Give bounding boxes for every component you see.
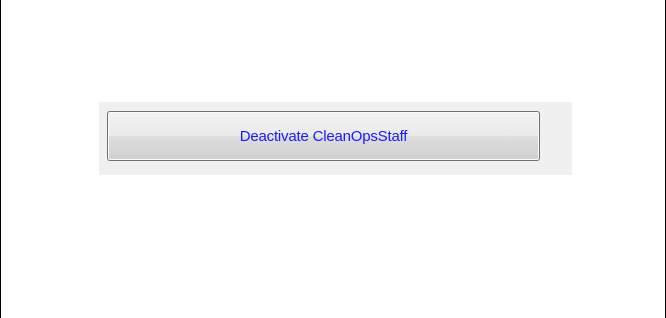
button-panel: Deactivate CleanOpsStaff (99, 102, 572, 175)
window-frame: Deactivate CleanOpsStaff (0, 0, 666, 318)
deactivate-cleanopsstaff-button[interactable]: Deactivate CleanOpsStaff (107, 111, 540, 161)
deactivate-button-label: Deactivate CleanOpsStaff (239, 127, 408, 145)
